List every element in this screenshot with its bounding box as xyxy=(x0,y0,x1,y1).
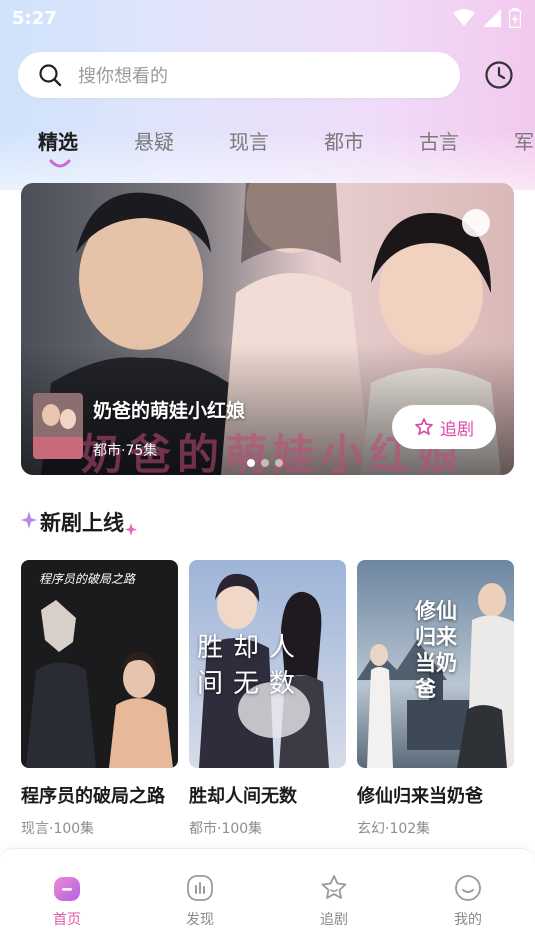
wifi-icon xyxy=(453,9,475,26)
drama-cover-text: 胜却人间无数 xyxy=(197,633,306,699)
nav-profile[interactable]: 我的 xyxy=(428,873,508,929)
drama-cover-text: 修仙归来当奶爸 xyxy=(415,598,457,701)
new-releases-header: 新剧上线 xyxy=(20,505,138,539)
banner-title: 奶爸的萌娃小红娘 xyxy=(93,400,246,422)
search-icon xyxy=(39,64,62,87)
nav-home-label: 首页 xyxy=(53,912,81,928)
drama-meta: 都市·100集 xyxy=(189,821,263,837)
nav-discover[interactable]: 发现 xyxy=(160,873,240,929)
nav-following[interactable]: 追剧 xyxy=(294,873,374,929)
drama-cover: 胜却人间无数 xyxy=(189,560,346,768)
carousel-indicator xyxy=(247,459,283,467)
star-icon xyxy=(321,875,347,899)
drama-title: 修仙归来当奶爸 xyxy=(357,786,483,807)
drama-card[interactable]: 程序员的破局之路 程序员的破局之路 现言·100集 xyxy=(21,560,178,838)
discover-icon xyxy=(187,875,213,901)
drama-cover: 程序员的破局之路 xyxy=(21,560,178,768)
nav-home[interactable]: 首页 xyxy=(27,873,107,929)
drama-cover: 修仙归来当奶爸 xyxy=(357,560,514,768)
battery-icon xyxy=(509,8,521,28)
star-outline-icon xyxy=(415,418,433,436)
category-tabs: 精选 悬疑 现言 都市 古言 军 xyxy=(0,120,535,180)
tab-featured[interactable]: 精选 xyxy=(38,126,78,155)
profile-icon xyxy=(455,875,481,901)
drama-title: 胜却人间无数 xyxy=(189,786,297,807)
carousel-dot xyxy=(247,459,255,467)
follow-label: 追剧 xyxy=(440,419,474,440)
drama-meta: 玄幻·102集 xyxy=(357,821,431,837)
home-icon xyxy=(54,877,80,901)
tab-romance[interactable]: 现言 xyxy=(229,126,269,155)
bottom-navigation: 首页 发现 追剧 我的 xyxy=(0,848,535,951)
drama-list: 程序员的破局之路 程序员的破局之路 现言·100集 胜却人间无数 胜却人间无数 … xyxy=(21,560,535,840)
search-input[interactable]: 搜你想看的 xyxy=(18,52,460,98)
signal-icon xyxy=(483,9,501,27)
featured-banner[interactable]: 奶爸的萌娃小红娘 奶爸的萌娃小红娘 都市·75集 追剧 xyxy=(21,183,514,475)
history-button[interactable] xyxy=(482,58,516,92)
sparkle-icon xyxy=(125,523,137,536)
tab-suspense[interactable]: 悬疑 xyxy=(134,126,174,155)
carousel-dot xyxy=(275,459,283,467)
status-icons xyxy=(453,8,521,28)
tab-ancient[interactable]: 古言 xyxy=(419,126,459,155)
search-placeholder: 搜你想看的 xyxy=(78,66,168,87)
clock-icon xyxy=(485,61,513,89)
nav-discover-label: 发现 xyxy=(186,912,214,928)
tab-military[interactable]: 军 xyxy=(514,126,534,155)
banner-meta: 都市·75集 xyxy=(93,443,158,459)
drama-card[interactable]: 修仙归来当奶爸 修仙归来当奶爸 玄幻·102集 xyxy=(357,560,514,838)
tab-urban[interactable]: 都市 xyxy=(324,126,364,155)
drama-title: 程序员的破局之路 xyxy=(21,786,165,807)
follow-button[interactable]: 追剧 xyxy=(392,405,496,449)
active-tab-indicator xyxy=(49,159,71,168)
carousel-dot xyxy=(261,459,269,467)
status-bar: 5:27 xyxy=(0,0,535,36)
drama-card[interactable]: 胜却人间无数 胜却人间无数 都市·100集 xyxy=(189,560,346,838)
sparkle-icon xyxy=(21,511,37,529)
drama-meta: 现言·100集 xyxy=(21,821,95,837)
status-time: 5:27 xyxy=(12,7,57,29)
nav-following-label: 追剧 xyxy=(320,912,348,928)
nav-profile-label: 我的 xyxy=(454,912,482,928)
drama-cover-text: 程序员的破局之路 xyxy=(39,572,136,586)
search-row: 搜你想看的 xyxy=(18,52,518,98)
banner-thumbnail xyxy=(33,393,83,459)
section-title: 新剧上线 xyxy=(40,511,124,535)
